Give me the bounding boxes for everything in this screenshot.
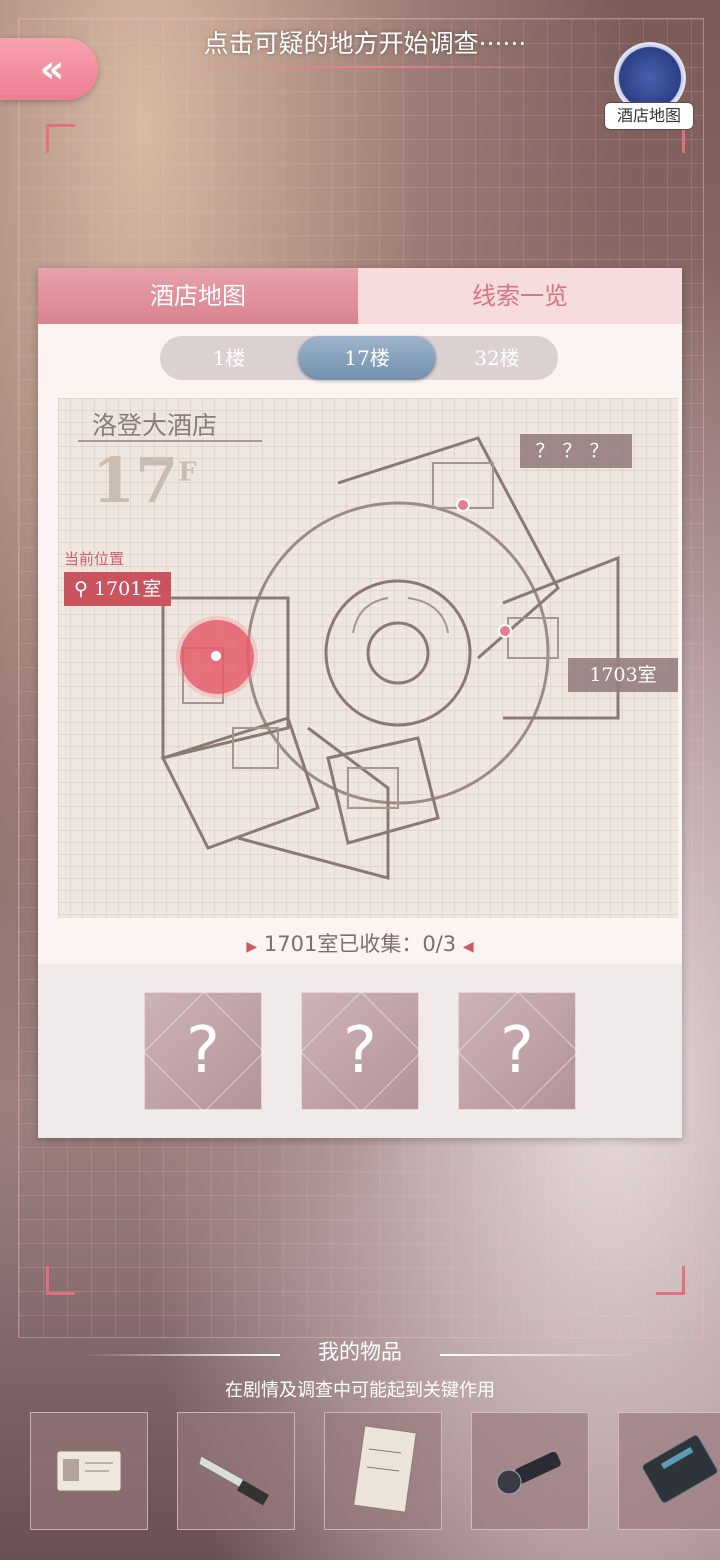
flashlight-icon — [496, 1451, 561, 1495]
frame-corner — [46, 1266, 75, 1295]
instruction-title: 点击可疑的地方开始调查······ — [203, 29, 527, 58]
room-unknown-pin — [456, 498, 470, 512]
collection-progress: ▶ 1701室已收集：0/3 ◀ — [246, 932, 474, 956]
floor-17-button[interactable]: 17楼 — [298, 336, 436, 380]
tab-hotel-map[interactable]: 酒店地图 — [38, 268, 358, 324]
current-position-marker — [180, 620, 254, 694]
clue-slot[interactable]: ? — [458, 992, 576, 1110]
hotel-booklet-icon — [353, 1425, 417, 1513]
items-subtitle: 在剧情及调查中可能起到关键作用 — [225, 1380, 495, 1401]
knife-icon — [198, 1455, 269, 1506]
clue-slot[interactable]: ? — [301, 992, 419, 1110]
double-chevron-left-icon: « — [39, 47, 64, 91]
hotel-map-button-label[interactable]: 酒店地图 — [604, 102, 694, 130]
current-position-label: 当前位置 — [64, 550, 125, 568]
title-underline — [170, 66, 560, 68]
clue-slot[interactable]: ? — [144, 992, 262, 1110]
triangle-left-icon: ◀ — [462, 939, 474, 955]
triangle-right-icon: ▶ — [246, 939, 258, 955]
frame-corner — [656, 1266, 685, 1295]
id-card-icon — [56, 1450, 122, 1492]
item-slot-keycard[interactable] — [618, 1412, 720, 1530]
item-slot-flashlight[interactable] — [471, 1412, 589, 1530]
item-slot-knife[interactable] — [177, 1412, 295, 1530]
room-1701-tag[interactable]: ⚲ 1701室 — [64, 572, 172, 606]
floor-1-button[interactable]: 1楼 — [160, 336, 298, 380]
floor-32-button[interactable]: 32楼 — [436, 336, 558, 380]
items-title: 我的物品 — [318, 1340, 402, 1364]
frame-corner — [46, 124, 75, 153]
floor-map: 洛登大酒店 17F 当前位置 ⚲ 1701室 ？？？ 1703室 — [58, 398, 678, 918]
location-pin-icon: ⚲ — [74, 578, 94, 600]
tab-clue-list[interactable]: 线索一览 — [358, 268, 682, 324]
clue-slots: ? ? ? — [38, 964, 682, 1138]
item-slot-id-card[interactable] — [30, 1412, 148, 1530]
room-1703-pin — [498, 624, 512, 638]
floor-switcher: 1楼 17楼 32楼 — [160, 336, 558, 380]
room-1703-tag[interactable]: 1703室 — [568, 658, 678, 692]
room-unknown-tag[interactable]: ？？？ — [520, 434, 632, 468]
keycard-icon — [642, 1434, 718, 1504]
back-button[interactable]: « — [0, 38, 98, 100]
investigation-panel: 酒店地图 线索一览 1楼 17楼 32楼 洛登大酒店 17F 当前位置 ⚲ 17… — [38, 268, 682, 1138]
item-slot-booklet[interactable] — [324, 1412, 442, 1530]
